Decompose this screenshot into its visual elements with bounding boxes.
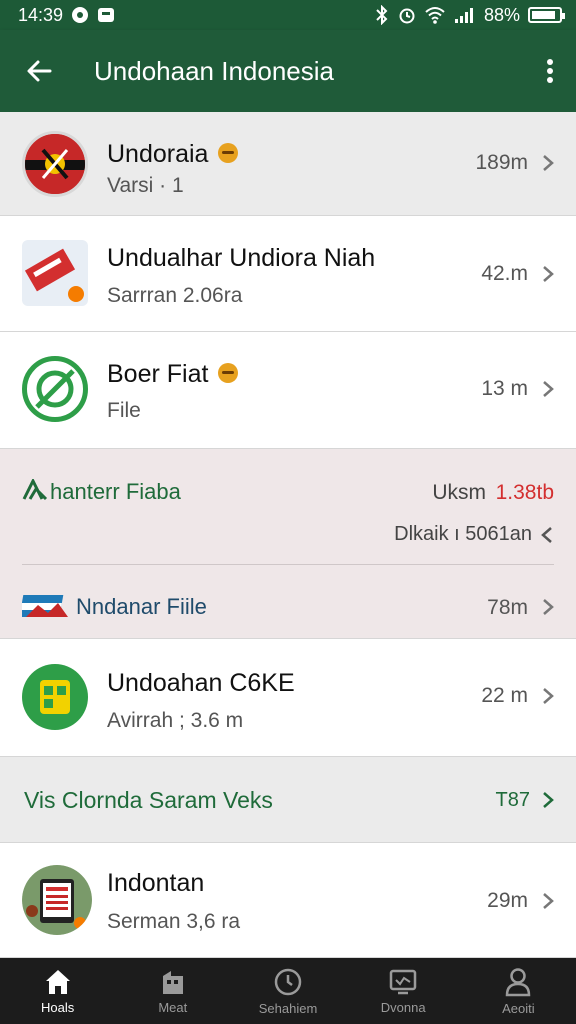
app-thumbnail bbox=[22, 865, 92, 935]
item-size: 22 m bbox=[481, 684, 528, 707]
list-item[interactable]: Undoraia Varsi · 1 189m bbox=[0, 112, 576, 216]
item-subtitle: Avirrah ; 3.6 m bbox=[107, 709, 244, 732]
item-title: Undoraia bbox=[107, 140, 239, 169]
file-group: hanterr Fiaba Uksm 1.38tb Dlkaik ı 5061a… bbox=[0, 449, 576, 639]
home-icon bbox=[45, 969, 70, 994]
list-item[interactable]: Indontan Serman 3,6 ra 29m bbox=[0, 843, 576, 958]
chevron-right-icon[interactable] bbox=[540, 597, 556, 617]
item-subtitle: File bbox=[107, 399, 141, 422]
item-title: Undualhar Undiora Niah bbox=[107, 244, 376, 272]
page-title: Undohaan Indonesia bbox=[94, 55, 334, 86]
bottom-nav: Hoals Meat Sehahiem Dvonna Aeoiti bbox=[0, 958, 576, 1024]
no-symbol-icon bbox=[35, 369, 75, 409]
more-options-button[interactable] bbox=[524, 30, 576, 112]
bluetooth-icon bbox=[374, 5, 390, 25]
flag-emblem-icon bbox=[25, 134, 85, 194]
grid-app-icon bbox=[40, 680, 70, 714]
app-bar: Undohaan Indonesia bbox=[0, 30, 576, 112]
mountain-logo-icon bbox=[22, 479, 48, 501]
item-title: Boer Fiat bbox=[107, 360, 239, 389]
arrow-back-icon bbox=[27, 60, 52, 82]
download-list: Undoraia Varsi · 1 189m Undualhar Undior… bbox=[0, 112, 576, 958]
nav-profile[interactable]: Aeoiti bbox=[461, 958, 576, 1024]
file-flag-icon bbox=[22, 595, 68, 617]
tablet-app-icon bbox=[22, 865, 92, 935]
battery-percent: 88% bbox=[483, 4, 520, 25]
divider bbox=[22, 564, 554, 565]
chevron-right-icon bbox=[543, 266, 554, 282]
more-vert-icon bbox=[547, 59, 553, 83]
app-thumbnail bbox=[22, 240, 88, 306]
nav-label: Dvonna bbox=[380, 999, 426, 1015]
battery-fill bbox=[532, 11, 555, 19]
emoji-badge-icon bbox=[218, 363, 239, 384]
nav-label: Sehahiem bbox=[258, 1000, 318, 1016]
app-thumbnail bbox=[22, 664, 88, 730]
item-subtitle: Sarrran 2.06ra bbox=[107, 284, 243, 307]
monitor-icon bbox=[389, 969, 417, 994]
nav-schedule[interactable]: Sehahiem bbox=[230, 958, 345, 1024]
alarm-icon bbox=[398, 6, 416, 24]
group-value: 1.38tb bbox=[495, 481, 554, 504]
list-item[interactable]: Undualhar Undiora Niah Sarrran 2.06ra 42… bbox=[0, 216, 576, 332]
store-icon bbox=[162, 970, 183, 994]
section-header[interactable]: Vis Clornda Saram Veks T87 bbox=[0, 757, 576, 843]
chevron-right-icon bbox=[543, 155, 554, 171]
chevron-right-icon bbox=[543, 688, 554, 704]
chevron-right-icon bbox=[543, 792, 554, 808]
chevron-left-icon[interactable] bbox=[540, 526, 554, 544]
status-right: 88% bbox=[374, 4, 565, 26]
status-time: 14:39 bbox=[18, 4, 64, 25]
app-thumbnail bbox=[22, 131, 88, 197]
item-size: 42.m bbox=[481, 262, 528, 285]
group-label: Uksm bbox=[432, 481, 486, 504]
status-left: 14:39 bbox=[18, 5, 115, 26]
nav-home[interactable]: Hoals bbox=[0, 958, 115, 1024]
emoji-badge-icon bbox=[218, 143, 239, 164]
back-button[interactable] bbox=[0, 30, 78, 112]
item-subtitle: Serman 3,6 ra bbox=[107, 910, 241, 933]
signal-icon bbox=[454, 6, 476, 24]
person-icon bbox=[506, 967, 531, 996]
item-title: Indontan bbox=[107, 869, 205, 897]
clock-icon bbox=[274, 968, 302, 995]
group-title[interactable]: hanterr Fiaba bbox=[50, 479, 181, 505]
item-size: 189m bbox=[475, 151, 528, 174]
item-title: Undoahan C6KE bbox=[107, 669, 295, 697]
section-count: T87 bbox=[495, 789, 530, 811]
nav-store[interactable]: Meat bbox=[115, 958, 230, 1024]
list-item[interactable]: Undoahan C6KE Avirrah ; 3.6 m 22 m bbox=[0, 639, 576, 757]
nav-label: Aeoiti bbox=[502, 1000, 535, 1016]
app-thumbnail bbox=[22, 356, 88, 422]
item-size: 29m bbox=[487, 889, 528, 912]
group-file-size: 78m bbox=[487, 596, 528, 619]
record-icon bbox=[71, 6, 89, 24]
status-bar: 14:39 88% bbox=[0, 0, 576, 30]
item-subtitle: Varsi · 1 bbox=[107, 174, 184, 197]
wifi-icon bbox=[424, 6, 446, 24]
section-title: Vis Clornda Saram Veks bbox=[24, 787, 273, 813]
nav-label: Hoals bbox=[40, 999, 75, 1015]
nav-monitor[interactable]: Dvonna bbox=[346, 958, 461, 1024]
item-size: 13 m bbox=[481, 377, 528, 400]
message-icon bbox=[97, 6, 115, 24]
battery-icon bbox=[528, 7, 565, 23]
tag-label-icon bbox=[24, 248, 84, 302]
chevron-right-icon bbox=[543, 893, 554, 909]
group-file-title[interactable]: Nndanar Fiile bbox=[76, 594, 207, 620]
nav-label: Meat bbox=[158, 999, 188, 1015]
chevron-right-icon bbox=[543, 381, 554, 397]
group-detail: Dlkaik ı 5061an bbox=[394, 523, 532, 545]
list-item[interactable]: Boer Fiat File 13 m bbox=[0, 332, 576, 449]
